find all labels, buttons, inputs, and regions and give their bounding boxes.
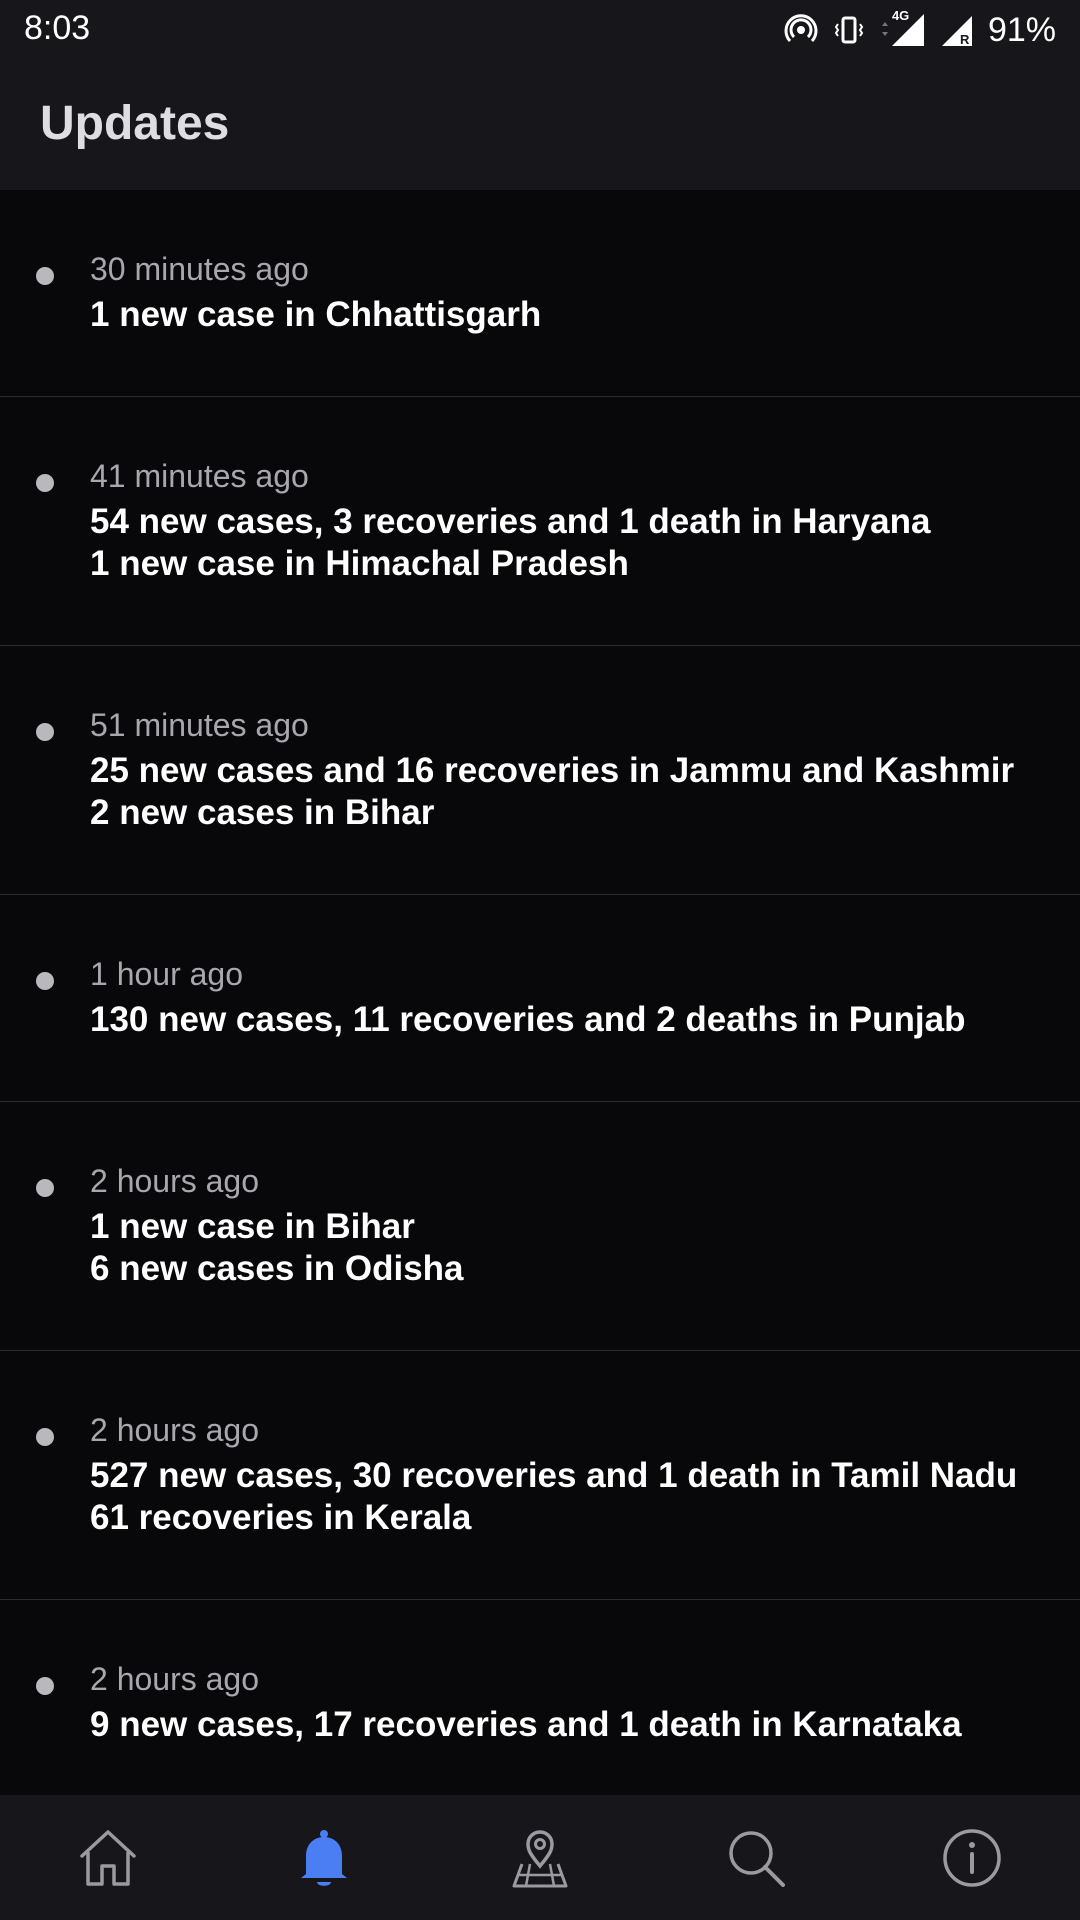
bullet-dot [36, 723, 54, 741]
update-item: 2 hours ago 1 new case in Bihar 6 new ca… [0, 1102, 1080, 1351]
update-text: 130 new cases, 11 recoveries and 2 death… [90, 1000, 966, 1039]
update-text: 6 new cases in Odisha [90, 1249, 464, 1288]
update-item: 41 minutes ago 54 new cases, 3 recoverie… [0, 397, 1080, 646]
update-item: 2 hours ago 9 new cases, 17 recoveries a… [0, 1600, 1080, 1795]
update-item: 1 hour ago 130 new cases, 11 recoveries … [0, 895, 1080, 1102]
update-time: 30 minutes ago [90, 251, 309, 287]
signal-roaming-icon: R [940, 12, 974, 48]
bottom-nav [0, 1795, 1080, 1920]
search-icon [724, 1826, 788, 1890]
nav-home[interactable] [48, 1808, 168, 1908]
updates-list[interactable]: 30 minutes ago 1 new case in Chhattisgar… [0, 190, 1080, 1795]
update-time: 1 hour ago [90, 956, 244, 992]
bullet-dot [36, 972, 54, 990]
update-time: 41 minutes ago [90, 458, 309, 494]
update-text: 1 new case in Chhattisgarh [90, 295, 542, 334]
bell-icon [292, 1826, 356, 1890]
bullet-dot [36, 1677, 54, 1695]
signal-4g-icon: 4G [880, 8, 926, 48]
bullet-dot [36, 1179, 54, 1197]
home-icon [76, 1826, 140, 1890]
battery-percentage: 91% [987, 11, 1056, 49]
network-type-label: 4G [891, 8, 910, 23]
update-item: 51 minutes ago 25 new cases and 16 recov… [0, 646, 1080, 895]
vibrate-icon [832, 13, 866, 47]
update-text: 1 new case in Bihar [90, 1207, 415, 1246]
update-time: 2 hours ago [90, 1412, 260, 1448]
update-item: 2 hours ago 527 new cases, 30 recoveries… [0, 1351, 1080, 1600]
status-icons: 4G R 91% [784, 8, 1056, 52]
roaming-label: R [959, 32, 970, 47]
update-text: 61 recoveries in Kerala [90, 1498, 472, 1537]
screen: 8:03 4G R 91% Updates 30 minutes ago 1 n… [0, 0, 1080, 1920]
nav-updates[interactable] [264, 1808, 384, 1908]
nav-about[interactable] [912, 1808, 1032, 1908]
page-title: Updates [40, 97, 230, 150]
hotspot-icon [784, 13, 818, 47]
update-time: 2 hours ago [90, 1661, 260, 1697]
update-item: 30 minutes ago 1 new case in Chhattisgar… [0, 190, 1080, 397]
update-time: 51 minutes ago [90, 707, 309, 743]
bullet-dot [36, 474, 54, 492]
update-text: 527 new cases, 30 recoveries and 1 death… [90, 1456, 1018, 1495]
update-text: 2 new cases in Bihar [90, 793, 435, 832]
nav-map[interactable] [480, 1808, 600, 1908]
bullet-dot [36, 267, 54, 285]
update-text: 54 new cases, 3 recoveries and 1 death i… [90, 502, 931, 541]
update-text: 25 new cases and 16 recoveries in Jammu … [90, 751, 1015, 790]
status-bar: 8:03 4G R 91% [0, 0, 1080, 60]
app-header: Updates [0, 60, 1080, 190]
update-text: 1 new case in Himachal Pradesh [90, 544, 629, 583]
bullet-dot [36, 1428, 54, 1446]
status-time: 8:03 [24, 9, 91, 47]
update-text: 9 new cases, 17 recoveries and 1 death i… [90, 1705, 962, 1744]
map-pin-icon [508, 1826, 572, 1890]
info-icon [940, 1826, 1004, 1890]
update-time: 2 hours ago [90, 1163, 260, 1199]
nav-search[interactable] [696, 1808, 816, 1908]
